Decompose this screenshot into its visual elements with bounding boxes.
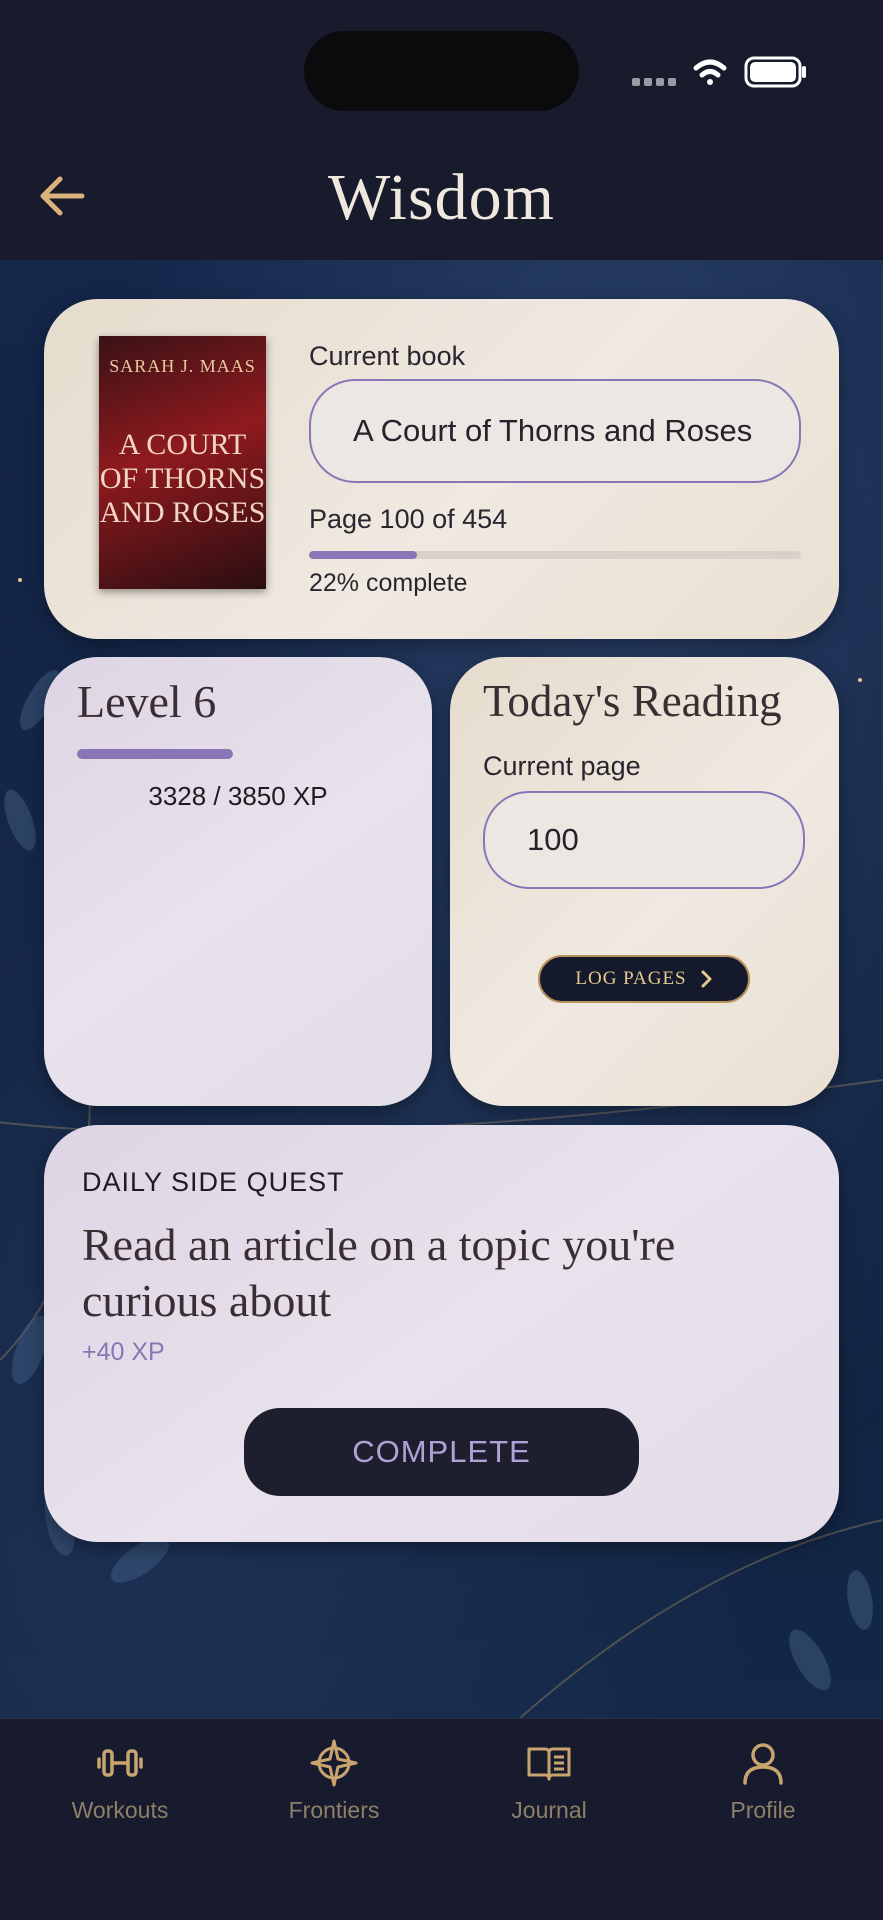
cover-title-line: OF THORNS [99,462,266,495]
percent-complete-text: 22% complete [309,569,468,597]
tab-journal[interactable]: Journal [469,1739,629,1839]
reading-progress-bar [309,551,801,559]
level-card: Level 6 3328 / 3850 XP [44,657,432,1106]
todays-reading-title: Today's Reading [483,676,782,726]
book-icon [527,1747,571,1781]
xp-progress-bar [77,749,233,759]
current-book-label: Current book [309,341,466,371]
header: Wisdom [0,140,883,260]
current-book-input[interactable] [309,379,801,483]
reading-progress-fill [309,551,418,559]
signal-icon [632,78,676,86]
quest-text: Read an article on a topic you're curiou… [82,1219,676,1326]
profile-icon [743,1743,783,1785]
book-cover: SARAH J. MAAS A COURT OF THORNS AND ROSE… [99,336,266,589]
tab-frontiers[interactable]: Frontiers [254,1739,414,1839]
tab-profile[interactable]: Profile [683,1739,843,1839]
dumbbell-icon [97,1749,143,1777]
quest-label: DAILY SIDE QUEST [82,1167,345,1197]
dynamic-island [304,31,579,111]
status-bar [0,0,883,140]
level-title: Level 6 [77,676,217,727]
wifi-icon [693,59,727,85]
cover-title-line: AND ROSES [99,496,266,529]
status-icons [632,56,806,88]
log-pages-button[interactable]: LOG PAGES [538,955,750,1003]
todays-reading-card: Today's Reading Current page LOG PAGES [450,657,839,1106]
xp-text: 3328 / 3850 XP [148,781,328,811]
current-page-label: Current page [483,751,641,781]
quest-xp: +40 XP [82,1338,165,1366]
battery-icon [744,56,806,88]
cover-author: SARAH J. MAAS [109,356,256,376]
compass-icon [310,1739,358,1787]
tab-workouts[interactable]: Workouts [40,1739,200,1839]
log-pages-label: LOG PAGES [575,968,687,989]
current-book-card: SARAH J. MAAS A COURT OF THORNS AND ROSE… [44,299,839,639]
tab-label: Frontiers [288,1797,380,1823]
daily-side-quest-card: DAILY SIDE QUEST Read an article on a to… [44,1125,839,1542]
tab-label: Journal [511,1797,587,1823]
chevron-right-icon [701,970,712,988]
bottom-tab-bar: Workouts Frontiers Journal Profile [0,1718,883,1920]
cover-title-line: A COURT [118,428,247,461]
tab-label: Workouts [71,1797,169,1823]
page-title: Wisdom [327,161,555,234]
current-page-input[interactable] [483,791,805,889]
complete-button[interactable]: COMPLETE [244,1408,639,1496]
page-count-text: Page 100 of 454 [309,504,508,534]
tab-label: Profile [730,1797,796,1823]
cover-title: A COURT OF THORNS AND ROSES [99,428,266,530]
